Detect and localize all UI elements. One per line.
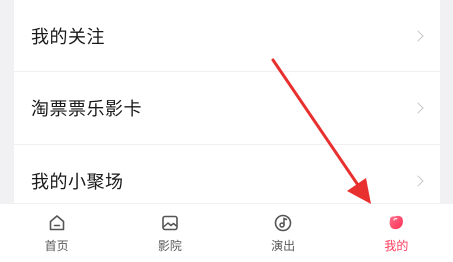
home-icon [49,215,64,231]
menu-item-my-gathering[interactable]: 我的小聚场 [14,144,440,210]
chevron-right-icon [412,174,424,187]
menu-item-movie-card[interactable]: 淘票票乐影卡 [14,71,440,144]
profile-blob-icon [389,215,404,230]
menu-item-label: 我的关注 [31,26,105,48]
chevron-right-icon [412,101,424,114]
chevron-right-icon [412,29,424,42]
profile-page: 我的关注 淘票票乐影卡 我的小聚场 首页 影院 演出 我的 [0,0,453,262]
tab-label: 影院 [157,239,182,253]
menu-item-label: 我的小聚场 [31,171,124,193]
tab-home[interactable]: 首页 [0,204,113,262]
menu-item-label: 淘票票乐影卡 [31,98,142,120]
tab-label: 我的 [384,239,409,253]
tab-label: 首页 [44,239,69,253]
menu-list: 我的关注 淘票票乐影卡 我的小聚场 [14,0,440,210]
music-note-icon [274,214,292,232]
tab-mine[interactable]: 我的 [340,204,453,262]
tab-label: 演出 [271,239,296,253]
bottom-tab-bar: 首页 影院 演出 我的 [0,203,453,262]
cinema-icon [162,215,178,231]
menu-item-following[interactable]: 我的关注 [14,0,440,71]
tab-shows[interactable]: 演出 [227,204,340,262]
tab-cinema[interactable]: 影院 [113,204,226,262]
